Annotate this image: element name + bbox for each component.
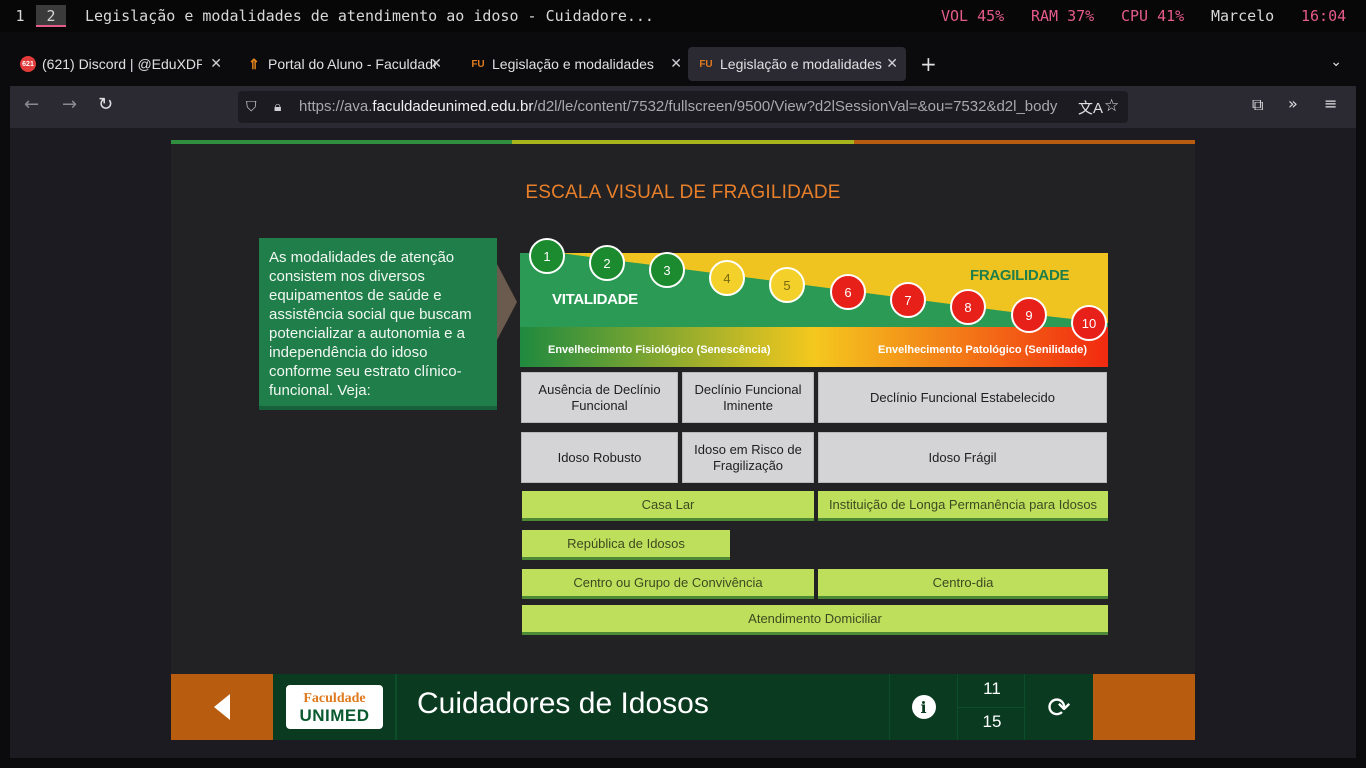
menu-icon[interactable]: ≡ xyxy=(1324,94,1337,113)
close-icon[interactable]: ✕ xyxy=(430,55,442,72)
url-prefix: https://ava. xyxy=(299,98,373,115)
service-domiciliar: Atendimento Domiciliar xyxy=(522,605,1108,635)
url-path: /d2l/le/content/7532/fullscreen/9500/Vie… xyxy=(533,98,1058,115)
arrow-left-icon xyxy=(214,694,230,720)
service-centro-dia: Centro-dia xyxy=(818,569,1108,599)
tab-legislacao-1[interactable]: FU Legislação e modalidades de ✕ xyxy=(460,47,690,81)
slide-title: ESCALA VISUAL DE FRAGILIDADE xyxy=(525,182,841,203)
clock: 16:04 xyxy=(1301,7,1347,25)
info-icon: i xyxy=(911,695,936,719)
ram-status: RAM 37% xyxy=(1031,7,1095,25)
forward-button[interactable]: → xyxy=(62,94,77,115)
logo-top-text: Faculdade xyxy=(303,691,366,706)
page-viewport: ESCALA VISUAL DE FRAGILIDADE As modalida… xyxy=(10,128,1356,758)
close-icon[interactable]: ✕ xyxy=(670,55,682,72)
navigation-bar: ← → ↻ ⛉ 🔒︎ https://ava.faculdadeunimed.e… xyxy=(10,86,1356,128)
footer-divider xyxy=(395,674,397,740)
pathological-aging-label: Envelhecimento Patológico (Senilidade) xyxy=(878,344,1088,356)
close-icon[interactable]: ✕ xyxy=(886,55,898,72)
workspace-1[interactable]: 1 xyxy=(8,5,32,27)
scale-circle-10: 10 xyxy=(1071,305,1107,341)
refresh-icon: ⟳ xyxy=(1047,690,1071,724)
tab-label: Portal do Aluno - Faculdade xyxy=(268,56,436,72)
discord-icon: 621 xyxy=(20,56,36,72)
tab-legislacao-active[interactable]: FU Legislação e modalidades de ✕ xyxy=(688,47,906,81)
cpu-status: CPU 41% xyxy=(1121,7,1185,25)
tab-label: (621) Discord | @EduXDP xyxy=(42,56,202,72)
next-button[interactable] xyxy=(1093,674,1195,740)
decline-imminent-box: Declínio Funcional Iminente xyxy=(682,372,814,423)
reload-button[interactable]: ↻ xyxy=(98,94,113,115)
tab-label: Legislação e modalidades de xyxy=(492,56,658,72)
refresh-button[interactable]: ⟳ xyxy=(1025,674,1093,740)
scale-circle-6: 6 xyxy=(830,274,866,310)
volume-status: VOL 45% xyxy=(941,7,1005,25)
tab-label: Legislação e modalidades de xyxy=(720,56,884,72)
page-divider xyxy=(958,707,1026,708)
scale-circle-9: 9 xyxy=(1011,297,1047,333)
tab-portal-aluno[interactable]: ⇑ Portal do Aluno - Faculdade ✕ xyxy=(236,47,450,81)
vitality-label: VITALIDADE xyxy=(552,291,638,308)
portal-icon: ⇑ xyxy=(248,55,260,72)
at-risk-elderly-box: Idoso em Risco de Fragilização xyxy=(682,432,814,483)
stripe-green xyxy=(171,140,513,144)
lock-icon[interactable]: 🔒︎ xyxy=(274,98,281,115)
logo-bottom-text: UNIMED xyxy=(299,706,370,725)
service-ilpi: Instituição de Longa Permanência para Id… xyxy=(818,491,1108,521)
page-counter: 11 15 xyxy=(957,674,1026,740)
scale-circle-3: 3 xyxy=(649,252,685,288)
window-manager-bar: 1 2 Legislação e modalidades de atendime… xyxy=(0,0,1366,32)
previous-button[interactable] xyxy=(171,674,273,740)
scale-circle-7: 7 xyxy=(890,282,926,318)
window-title: Legislação e modalidades de atendimento … xyxy=(85,7,654,25)
tab-discord[interactable]: 621 (621) Discord | @EduXDP ✕ xyxy=(10,47,230,81)
stripe-orange xyxy=(853,140,1195,144)
chevron-down-icon[interactable]: ⌄ xyxy=(1330,54,1342,70)
robust-elderly-box: Idoso Robusto xyxy=(521,432,678,483)
faculdade-unimed-logo: Faculdade UNIMED xyxy=(286,685,383,729)
close-icon[interactable]: ✕ xyxy=(210,55,222,72)
page-total: 15 xyxy=(982,712,1002,731)
fu-icon: FU xyxy=(699,58,713,70)
more-tools-icon[interactable]: » xyxy=(1288,94,1298,113)
physiological-aging-label: Envelhecimento Fisiológico (Senescência) xyxy=(548,344,771,356)
service-casa-lar: Casa Lar xyxy=(522,491,814,521)
star-icon[interactable]: ☆ xyxy=(1104,96,1119,116)
intro-text-box: As modalidades de atenção consistem nos … xyxy=(259,238,497,410)
scale-circle-2: 2 xyxy=(589,245,625,281)
stripe-yellow xyxy=(512,140,854,144)
url-domain: faculdadeunimed.edu.br xyxy=(372,98,534,115)
decline-absent-box: Ausência de Declínio Funcional xyxy=(521,372,678,423)
tab-bar: 621 (621) Discord | @EduXDP ✕ ⇑ Portal d… xyxy=(10,44,1356,84)
new-tab-button[interactable]: + xyxy=(920,52,937,76)
shield-icon[interactable]: ⛉ xyxy=(246,98,257,115)
page-current: 11 xyxy=(983,679,1001,698)
extensions-icon[interactable]: ⧉ xyxy=(1252,95,1263,115)
intro-arrow xyxy=(497,264,517,340)
scale-circle-4: 4 xyxy=(709,260,745,296)
course-title: Cuidadores de Idosos xyxy=(417,687,709,720)
service-convivencia: Centro ou Grupo de Convivência xyxy=(522,569,814,599)
scale-circle-1: 1 xyxy=(529,238,565,274)
course-footer: Faculdade UNIMED Cuidadores de Idosos i … xyxy=(171,674,1195,740)
user-name: Marcelo xyxy=(1211,7,1275,25)
back-button[interactable]: ← xyxy=(24,94,39,115)
url-bar[interactable]: ⛉ 🔒︎ https://ava.faculdadeunimed.edu.br/… xyxy=(238,91,1128,123)
url-text[interactable]: https://ava.faculdadeunimed.edu.br/d2l/l… xyxy=(299,98,1071,115)
decline-established-box: Declínio Funcional Estabelecido xyxy=(818,372,1107,423)
scale-circle-5: 5 xyxy=(769,267,805,303)
fu-icon: FU xyxy=(471,58,485,70)
scale-circle-8: 8 xyxy=(950,289,986,325)
frail-elderly-box: Idoso Frágil xyxy=(818,432,1107,483)
translate-icon[interactable]: 文A xyxy=(1078,97,1103,118)
workspace-2[interactable]: 2 xyxy=(36,5,66,27)
slide: ESCALA VISUAL DE FRAGILIDADE As modalida… xyxy=(171,140,1195,740)
service-republica: República de Idosos xyxy=(522,530,730,560)
fragility-label: FRAGILIDADE xyxy=(970,267,1070,284)
info-button[interactable]: i xyxy=(889,674,957,740)
top-stripe xyxy=(171,140,1195,144)
